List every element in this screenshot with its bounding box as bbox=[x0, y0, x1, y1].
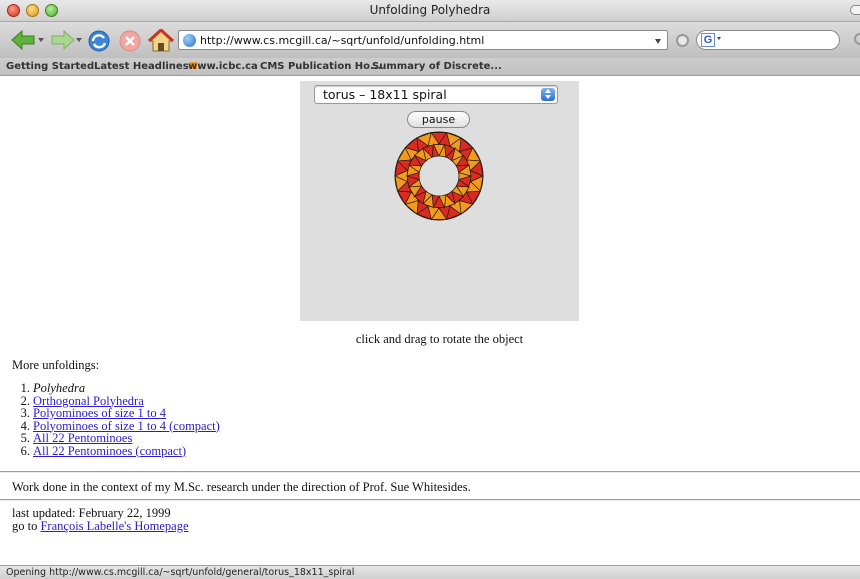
toolbar-toggle-button[interactable] bbox=[850, 5, 860, 15]
url-text: http://www.cs.mcgill.ca/~sqrt/unfold/unf… bbox=[200, 34, 485, 47]
list-number: 5. bbox=[20, 431, 30, 445]
homepage-line: go to François Labelle's Homepage bbox=[12, 520, 189, 533]
search-engine-dropdown[interactable] bbox=[717, 37, 721, 40]
unfoldings-list: 1. Polyhedra 2. Orthogonal Polyhedra 3. Pol… bbox=[16, 382, 220, 457]
reload-button[interactable] bbox=[86, 29, 110, 52]
link-homepage[interactable]: François Labelle's Homepage bbox=[40, 519, 188, 533]
search-engine-icon[interactable]: G bbox=[701, 33, 715, 47]
window-titlebar: Unfolding Polyhedra bbox=[0, 0, 860, 22]
status-text: Opening http://www.cs.mcgill.ca/~sqrt/un… bbox=[6, 567, 355, 578]
forward-arrow-icon bbox=[51, 29, 75, 51]
navigation-toolbar: http://www.cs.mcgill.ca/~sqrt/unfold/unf… bbox=[0, 22, 860, 58]
goto-prefix: go to bbox=[12, 519, 41, 533]
forward-button[interactable] bbox=[48, 29, 75, 51]
select-arrows-icon bbox=[541, 88, 555, 101]
bookmark-latest-headlines[interactable]: Latest Headlines bbox=[94, 61, 197, 72]
model-select-value: torus – 18x11 spiral bbox=[323, 87, 447, 102]
site-globe-icon bbox=[183, 34, 196, 47]
torus-hole bbox=[418, 155, 460, 197]
link-all-22-pentominoes-compact[interactable]: All 22 Pentominoes (compact) bbox=[33, 444, 186, 458]
bookmark-label: Latest Headlines bbox=[94, 61, 189, 72]
stop-icon bbox=[119, 30, 141, 52]
address-bar[interactable]: http://www.cs.mcgill.ca/~sqrt/unfold/unf… bbox=[178, 30, 668, 50]
list-number: 6. bbox=[20, 443, 30, 458]
url-history-dropdown[interactable] bbox=[655, 39, 661, 44]
pause-button[interactable]: pause bbox=[407, 111, 470, 128]
home-icon bbox=[147, 27, 175, 52]
footer: last updated: February 22, 1999 go to Fr… bbox=[12, 507, 189, 533]
bookmarks-toolbar: Getting Started Latest Headlines www.icb… bbox=[0, 58, 860, 76]
window-title: Unfolding Polyhedra bbox=[369, 3, 491, 17]
list-number: 1. bbox=[20, 381, 30, 395]
stop-button[interactable] bbox=[118, 29, 142, 52]
torus-model[interactable] bbox=[392, 129, 486, 223]
applet-caption: click and drag to rotate the object bbox=[355, 332, 524, 346]
more-unfoldings-heading: More unfoldings: bbox=[12, 358, 100, 372]
forward-history-dropdown[interactable] bbox=[76, 38, 82, 42]
model-select[interactable]: torus – 18x11 spiral bbox=[314, 85, 558, 104]
bookmark-icbc[interactable]: www.icbc.ca bbox=[188, 61, 258, 72]
back-history-dropdown[interactable] bbox=[38, 38, 44, 42]
list-item: 6. All 22 Pentominoes (compact) bbox=[16, 443, 220, 458]
list-number: 3. bbox=[20, 406, 30, 420]
bookmark-getting-started[interactable]: Getting Started bbox=[6, 61, 94, 72]
divider bbox=[0, 471, 860, 473]
search-go-icon[interactable] bbox=[854, 33, 860, 45]
reload-icon bbox=[88, 30, 110, 52]
bookmark-summary-of-discrete[interactable]: Summary of Discrete... bbox=[372, 61, 502, 72]
home-button[interactable] bbox=[147, 27, 175, 52]
go-button[interactable] bbox=[676, 34, 689, 47]
back-arrow-icon bbox=[11, 29, 35, 51]
divider bbox=[0, 499, 860, 501]
status-bar: Opening http://www.cs.mcgill.ca/~sqrt/un… bbox=[0, 565, 860, 579]
back-button[interactable] bbox=[10, 29, 35, 51]
unfolding-applet[interactable]: torus – 18x11 spiral pause bbox=[300, 81, 579, 321]
search-bar[interactable]: G bbox=[696, 30, 840, 50]
bookmark-cms-publication[interactable]: CMS Publication Ho... bbox=[260, 61, 381, 72]
research-note: Work done in the context of my M.Sc. res… bbox=[12, 480, 471, 494]
